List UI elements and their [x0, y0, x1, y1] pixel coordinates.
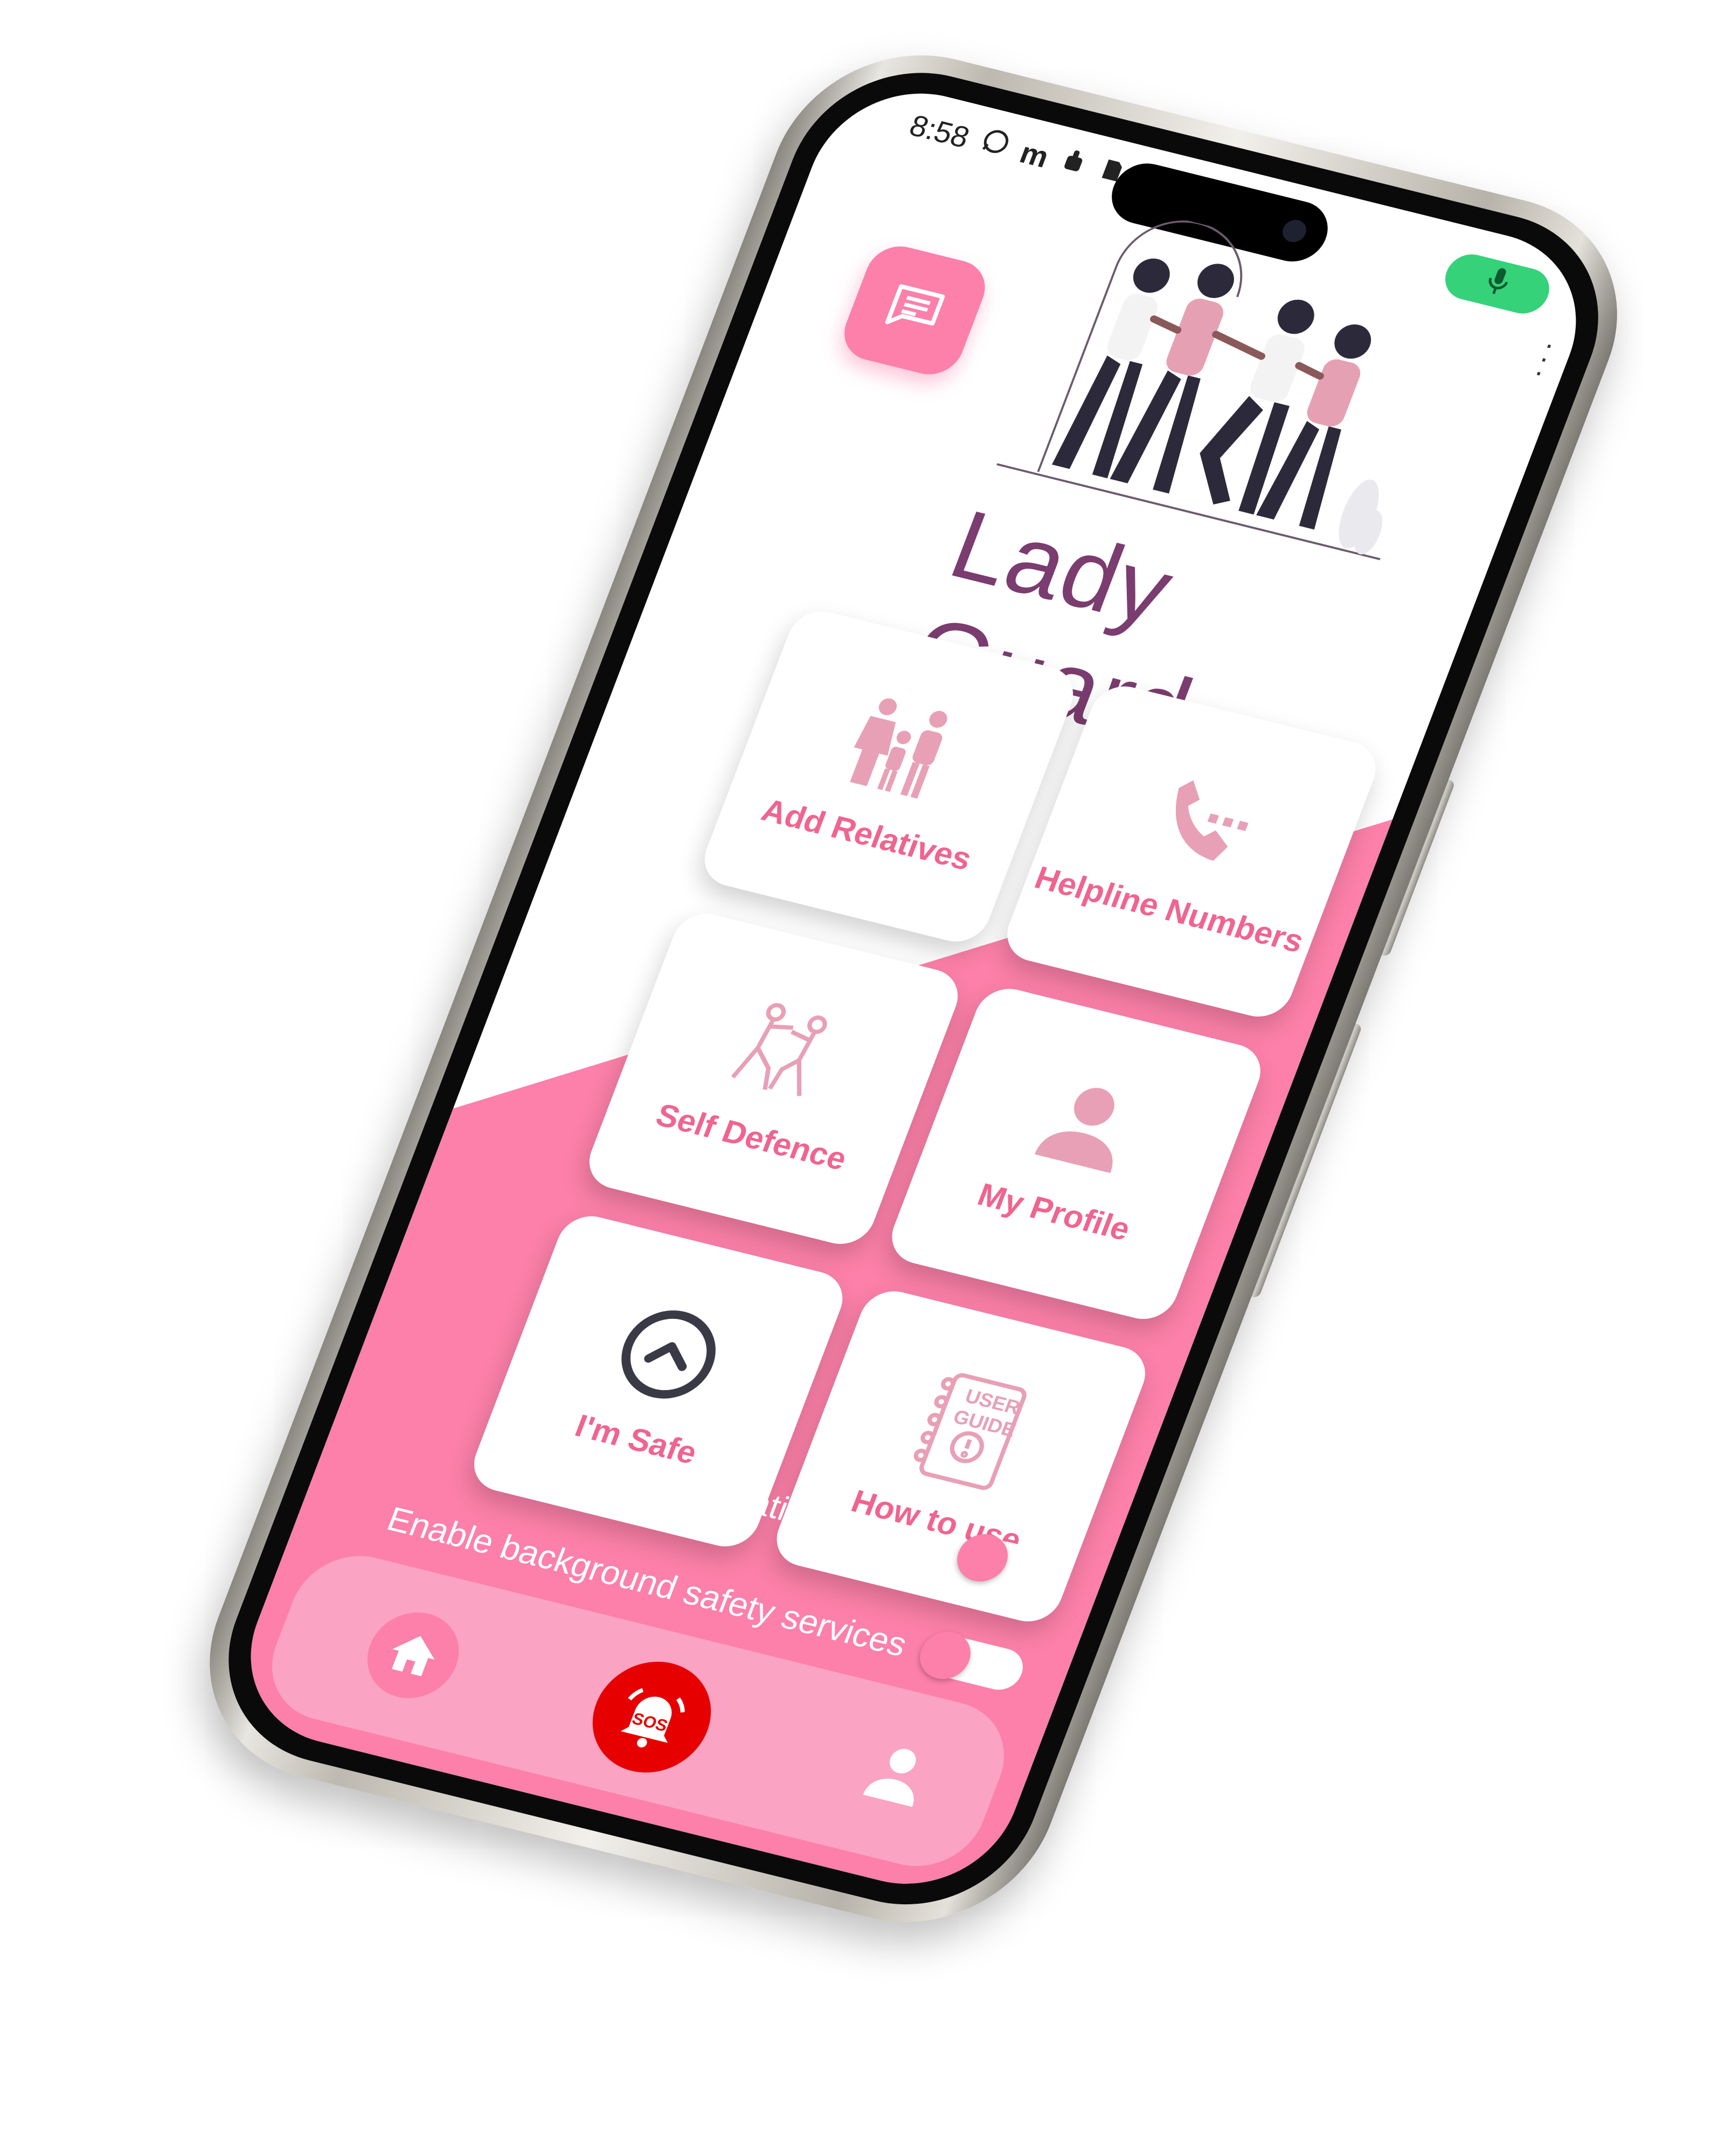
- home-icon: [378, 1623, 448, 1687]
- family-icon: [829, 688, 968, 813]
- helpline-numbers-label: Helpline Numbers: [1030, 860, 1309, 960]
- mic-icon: [1478, 263, 1516, 305]
- add-relatives-label: Add Relatives: [757, 792, 976, 877]
- status-time: 8:58: [905, 108, 974, 155]
- profile-icon: [852, 1735, 943, 1816]
- person-icon: [1016, 1066, 1155, 1191]
- m-app-icon: m: [1015, 135, 1054, 174]
- hand-icon: [1054, 144, 1092, 184]
- self-defence-label: Self Defence: [651, 1097, 852, 1178]
- app-screen: 8:58 m · · · Lady Add Relatives Helpline…: [221, 72, 1606, 1905]
- live-location-switch[interactable]: [950, 1529, 1066, 1597]
- nav-sos-button[interactable]: SOS: [576, 1649, 728, 1785]
- background-services-switch[interactable]: [912, 1626, 1029, 1695]
- chat-bubble-icon: [876, 275, 953, 345]
- nav-profile-button[interactable]: [839, 1723, 956, 1827]
- phone-mockup: 8:58 m · · · Lady Add Relatives Helpline…: [0, 0, 1725, 2156]
- fighters-icon: [714, 991, 853, 1116]
- chat-button[interactable]: [835, 240, 994, 381]
- sos-icon: SOS: [604, 1674, 700, 1760]
- nav-home-button[interactable]: [354, 1603, 472, 1708]
- user-guide-icon: USER GUIDE: [894, 1361, 1048, 1501]
- overflow-menu-icon[interactable]: · · ·: [1529, 328, 1561, 388]
- up-arrow-circle-icon: [599, 1293, 738, 1418]
- phone-dots-icon: [1132, 763, 1271, 888]
- phone-device: 8:58 m · · · Lady Add Relatives Helpline…: [170, 27, 1657, 1951]
- whatsapp-icon: [975, 125, 1015, 165]
